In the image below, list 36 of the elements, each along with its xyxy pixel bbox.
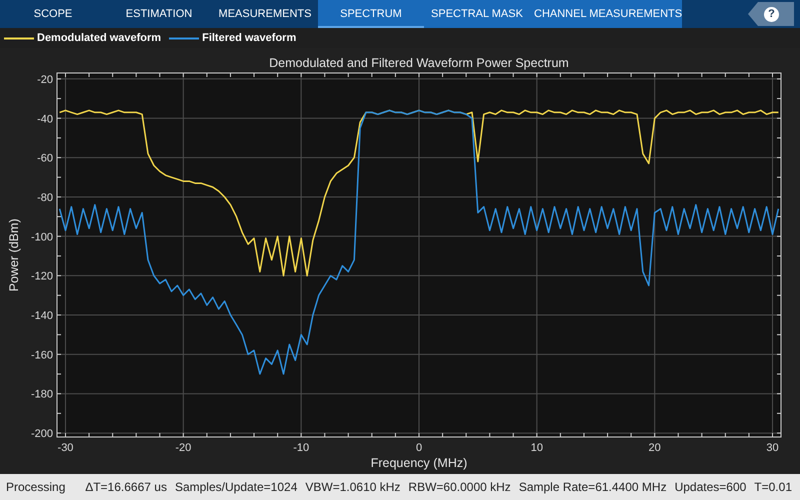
y-tick-label: -40 [37, 113, 53, 126]
x-tick-label: 20 [648, 442, 661, 454]
tab[interactable]: SPECTRUM [318, 0, 424, 28]
tab[interactable]: SPECTRAL MASK [424, 0, 530, 28]
status-reading: ΔT=16.6667 us [85, 479, 167, 496]
y-tick-label: -60 [37, 152, 53, 165]
status-reading: Samples/Update=1024 [174, 479, 298, 496]
x-tick-label: -10 [293, 442, 310, 454]
y-tick-label: -80 [37, 192, 53, 204]
legend-line-icon [4, 36, 34, 40]
tab[interactable]: CHANNEL MEASUREMENTS [530, 0, 682, 28]
status-text: Processing [5, 479, 66, 496]
y-axis-label: Power (dBm) [7, 218, 21, 292]
help-button[interactable]: ? [748, 2, 794, 26]
y-tick-label: -200 [30, 428, 53, 440]
y-tick-label: -160 [30, 349, 53, 362]
x-tick-label: 0 [416, 442, 422, 454]
status-reading: T=0.01 [754, 479, 792, 496]
x-tick-label: 30 [766, 442, 779, 454]
status-reading: Sample Rate=61.4400 MHz [518, 479, 667, 496]
y-tick-label: -20 [37, 74, 53, 86]
x-tick-label: -30 [58, 442, 74, 454]
status-reading: RBW=60.0000 kHz [408, 479, 511, 496]
status-reading: VBW=1.0610 kHz [305, 479, 400, 496]
y-tick-label: -120 [30, 270, 53, 283]
y-tick-label: -100 [30, 231, 53, 244]
y-tick-label: -140 [30, 310, 53, 322]
x-axis-label: Frequency (MHz) [370, 456, 468, 470]
x-tick-label: 10 [530, 442, 543, 454]
x-tick-label: -20 [175, 442, 192, 454]
legend-label: Demodulated waveform [37, 30, 162, 46]
legend-label: Filtered waveform [202, 30, 296, 46]
status-reading: Updates=600 [674, 479, 746, 496]
legend-line-icon [169, 36, 200, 40]
chart-title: Demodulated and Filtered Waveform Power Spectrum [269, 56, 569, 70]
y-tick-label: -180 [30, 388, 53, 401]
